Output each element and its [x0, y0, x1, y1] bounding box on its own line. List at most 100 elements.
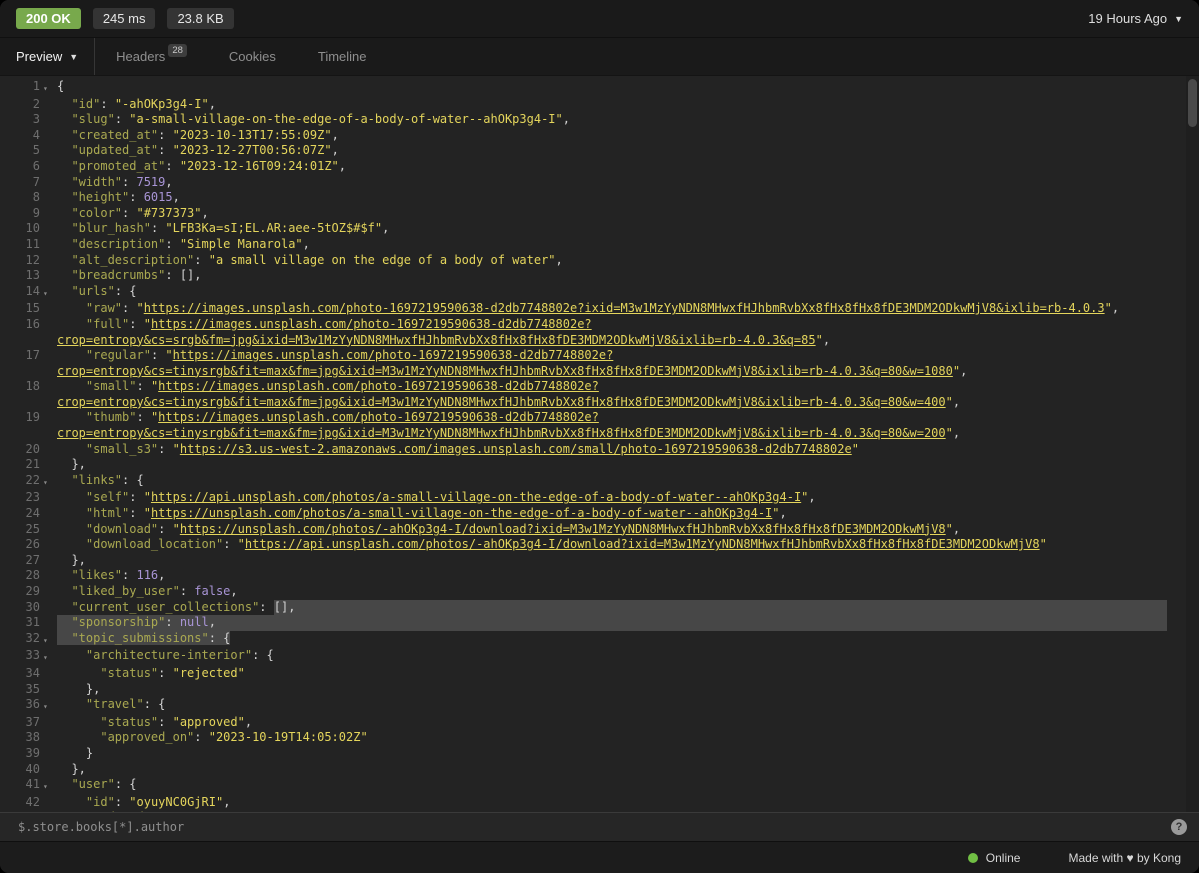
- line-number: 8: [0, 190, 43, 206]
- code-line: 18 "small": "https://images.unsplash.com…: [0, 379, 1199, 410]
- gutter-spacer: [43, 143, 57, 159]
- json-token: :: [259, 600, 273, 614]
- fold-arrow-icon[interactable]: ▾: [43, 631, 57, 649]
- gutter-spacer: [43, 522, 57, 538]
- json-link[interactable]: https://api.unsplash.com/photos/-ahOKp3g…: [245, 537, 1040, 551]
- json-token: null: [180, 615, 209, 629]
- json-link[interactable]: https://unsplash.com/photos/a-small-vill…: [151, 506, 772, 520]
- code-line: 7 "width": 7519,: [0, 175, 1199, 191]
- json-token: [57, 457, 71, 471]
- code-line: 3 "slug": "a-small-village-on-the-edge-o…: [0, 112, 1199, 128]
- preview-mode-dropdown[interactable]: Preview ▼: [0, 38, 94, 75]
- json-link[interactable]: https://api.unsplash.com/photos/a-small-…: [151, 490, 801, 504]
- json-link[interactable]: https://images.unsplash.com/photo-169721…: [158, 410, 599, 424]
- json-token: [57, 410, 86, 424]
- json-token: [57, 190, 71, 204]
- json-filter-input[interactable]: [16, 819, 1163, 835]
- line-number: 10: [0, 221, 43, 237]
- json-token: :: [194, 253, 208, 267]
- json-token: [57, 206, 71, 220]
- json-link[interactable]: https://images.unsplash.com/photo-169721…: [158, 379, 599, 393]
- code-line: 28 "likes": 116,: [0, 568, 1199, 584]
- code-line: 40 },: [0, 762, 1199, 778]
- tab-cookies[interactable]: Cookies: [208, 38, 297, 75]
- json-link[interactable]: crop=entropy&cs=srgb&fm=jpg&ixid=M3w1MzY…: [57, 333, 816, 347]
- gutter-spacer: [43, 730, 57, 746]
- json-token: ,: [563, 112, 570, 126]
- scrollbar-track[interactable]: [1186, 76, 1199, 812]
- code-line: 27 },: [0, 553, 1199, 569]
- fold-arrow-icon[interactable]: ▾: [43, 473, 57, 491]
- json-token: [57, 568, 71, 582]
- tab-cookies-label: Cookies: [229, 49, 276, 64]
- json-link[interactable]: crop=entropy&cs=tinysrgb&fit=max&fm=jpg&…: [57, 364, 953, 378]
- json-token: :: [100, 97, 114, 111]
- code-line: 6 "promoted_at": "2023-12-16T09:24:01Z",: [0, 159, 1199, 175]
- code-line: 25 "download": "https://unsplash.com/pho…: [0, 522, 1199, 538]
- json-token: :: [165, 237, 179, 251]
- json-token: "2023-12-16T09:24:01Z": [180, 159, 339, 173]
- line-number: 26: [0, 537, 43, 553]
- json-token: },: [71, 553, 85, 567]
- json-preview[interactable]: 1▾{2 "id": "-ahOKp3g4-I",3 "slug": "a-sm…: [0, 76, 1199, 812]
- json-token: [57, 237, 71, 251]
- json-key: "architecture-interior": [86, 648, 252, 662]
- json-key: "promoted_at": [71, 159, 165, 173]
- gutter-spacer: [43, 584, 57, 600]
- line-number: 15: [0, 301, 43, 317]
- json-link[interactable]: https://images.unsplash.com/photo-169721…: [151, 317, 592, 331]
- fold-arrow-icon[interactable]: ▾: [43, 284, 57, 302]
- gutter-spacer: [43, 317, 57, 348]
- json-token: [57, 159, 71, 173]
- json-token: ,: [953, 522, 960, 536]
- preview-mode-label: Preview: [16, 49, 62, 64]
- code-line: 10 "blur_hash": "LFB3Ka=sI;EL.AR:aee-5tO…: [0, 221, 1199, 237]
- fold-arrow-icon[interactable]: ▾: [43, 648, 57, 666]
- gutter-spacer: [43, 666, 57, 682]
- response-meta-bar: 200 OK 245 ms 23.8 KB 19 Hours Ago ▼: [0, 0, 1199, 38]
- json-token: ": [946, 522, 953, 536]
- json-token: [57, 697, 86, 711]
- json-key: "topic_submissions": [71, 631, 208, 645]
- scrollbar-thumb[interactable]: [1188, 79, 1197, 127]
- json-token: "2023-10-19T14:05:02Z": [209, 730, 368, 744]
- json-link[interactable]: crop=entropy&cs=tinysrgb&fit=max&fm=jpg&…: [57, 395, 946, 409]
- json-token: ": [946, 426, 953, 440]
- json-key: "approved_on": [100, 730, 194, 744]
- fold-arrow-icon[interactable]: ▾: [43, 79, 57, 97]
- json-token: [57, 795, 86, 809]
- json-token: [57, 715, 100, 729]
- json-token: ,: [556, 253, 563, 267]
- code-line: 32▾ "topic_submissions": {: [0, 631, 1199, 649]
- json-token: [57, 253, 71, 267]
- fold-arrow-icon[interactable]: ▾: [43, 697, 57, 715]
- gutter-spacer: [43, 97, 57, 113]
- gutter-spacer: [43, 457, 57, 473]
- json-token: [57, 682, 86, 696]
- chevron-down-icon: ▼: [1174, 14, 1183, 24]
- response-history-dropdown[interactable]: 19 Hours Ago ▼: [1088, 11, 1183, 26]
- tab-timeline[interactable]: Timeline: [297, 38, 388, 75]
- json-token: ,: [245, 715, 252, 729]
- tab-headers[interactable]: Headers 28: [95, 38, 208, 75]
- json-token: ": [852, 442, 859, 456]
- json-link[interactable]: https://s3.us-west-2.amazonaws.com/image…: [180, 442, 852, 456]
- json-link[interactable]: https://unsplash.com/photos/-ahOKp3g4-I/…: [180, 522, 946, 536]
- json-key: "sponsorship": [71, 615, 165, 629]
- json-link[interactable]: crop=entropy&cs=tinysrgb&fit=max&fm=jpg&…: [57, 426, 946, 440]
- json-token: ,: [960, 364, 967, 378]
- gutter-spacer: [43, 253, 57, 269]
- json-token: : {: [115, 777, 137, 791]
- fold-arrow-icon[interactable]: ▾: [43, 777, 57, 795]
- code-area: 1▾{2 "id": "-ahOKp3g4-I",3 "slug": "a-sm…: [0, 79, 1199, 812]
- json-token: "LFB3Ka=sI;EL.AR:aee-5tOZ$#$f": [165, 221, 382, 235]
- json-token: : {: [144, 697, 166, 711]
- json-key: "updated_at": [86, 810, 173, 812]
- json-link[interactable]: https://images.unsplash.com/photo-169721…: [144, 301, 1105, 315]
- json-token: [57, 762, 71, 776]
- filter-help-icon[interactable]: ?: [1171, 819, 1187, 835]
- json-link[interactable]: https://images.unsplash.com/photo-169721…: [173, 348, 614, 362]
- json-token: ,: [382, 221, 389, 235]
- line-number: 39: [0, 746, 43, 762]
- line-number: 18: [0, 379, 43, 410]
